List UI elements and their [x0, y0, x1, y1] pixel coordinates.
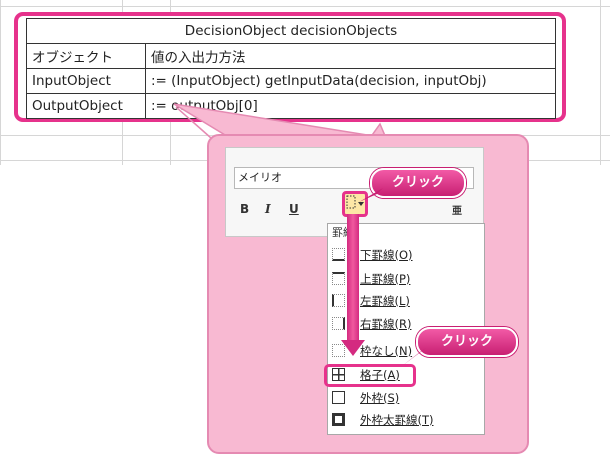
bottom-border-icon — [332, 248, 345, 261]
table-cell[interactable]: 値の入出力方法 — [145, 43, 556, 69]
right-border-icon — [332, 317, 345, 330]
table-cell[interactable]: InputObject — [26, 68, 146, 94]
left-border-icon — [332, 294, 345, 307]
underline-button[interactable]: U — [289, 202, 299, 216]
table-cell[interactable]: OutputObject — [26, 93, 146, 119]
italic-button[interactable]: I — [265, 202, 271, 216]
bold-button[interactable]: B — [240, 202, 249, 216]
outside-borders-icon — [332, 391, 345, 404]
thick-box-border-icon — [332, 413, 345, 426]
menu-item-thick-box-border[interactable]: 外枠太罫線(T) — [330, 409, 480, 431]
table-cell[interactable]: オブジェクト — [26, 43, 146, 69]
table-row: InputObject := (InputObject) getInputDat… — [26, 68, 556, 94]
arrow-down-icon — [341, 340, 365, 356]
callout-1-pointer — [359, 188, 383, 202]
click-callout-2: クリック — [416, 327, 518, 357]
menu-item-outside-borders[interactable]: 外枠(S) — [330, 387, 480, 409]
table-title[interactable]: DecisionObject decisionObjects — [26, 18, 556, 44]
table-row: DecisionObject decisionObjects — [26, 18, 556, 44]
callout-tail — [175, 106, 213, 140]
table-cell[interactable]: := (InputObject) getInputData(decision, … — [145, 68, 556, 94]
phonetic-button[interactable]: 亜 — [452, 202, 462, 217]
top-border-icon — [332, 272, 345, 285]
arrow-shaft — [347, 214, 359, 344]
table-row: オブジェクト 値の入出力方法 — [26, 43, 556, 69]
callout-2-pointer — [402, 348, 426, 366]
